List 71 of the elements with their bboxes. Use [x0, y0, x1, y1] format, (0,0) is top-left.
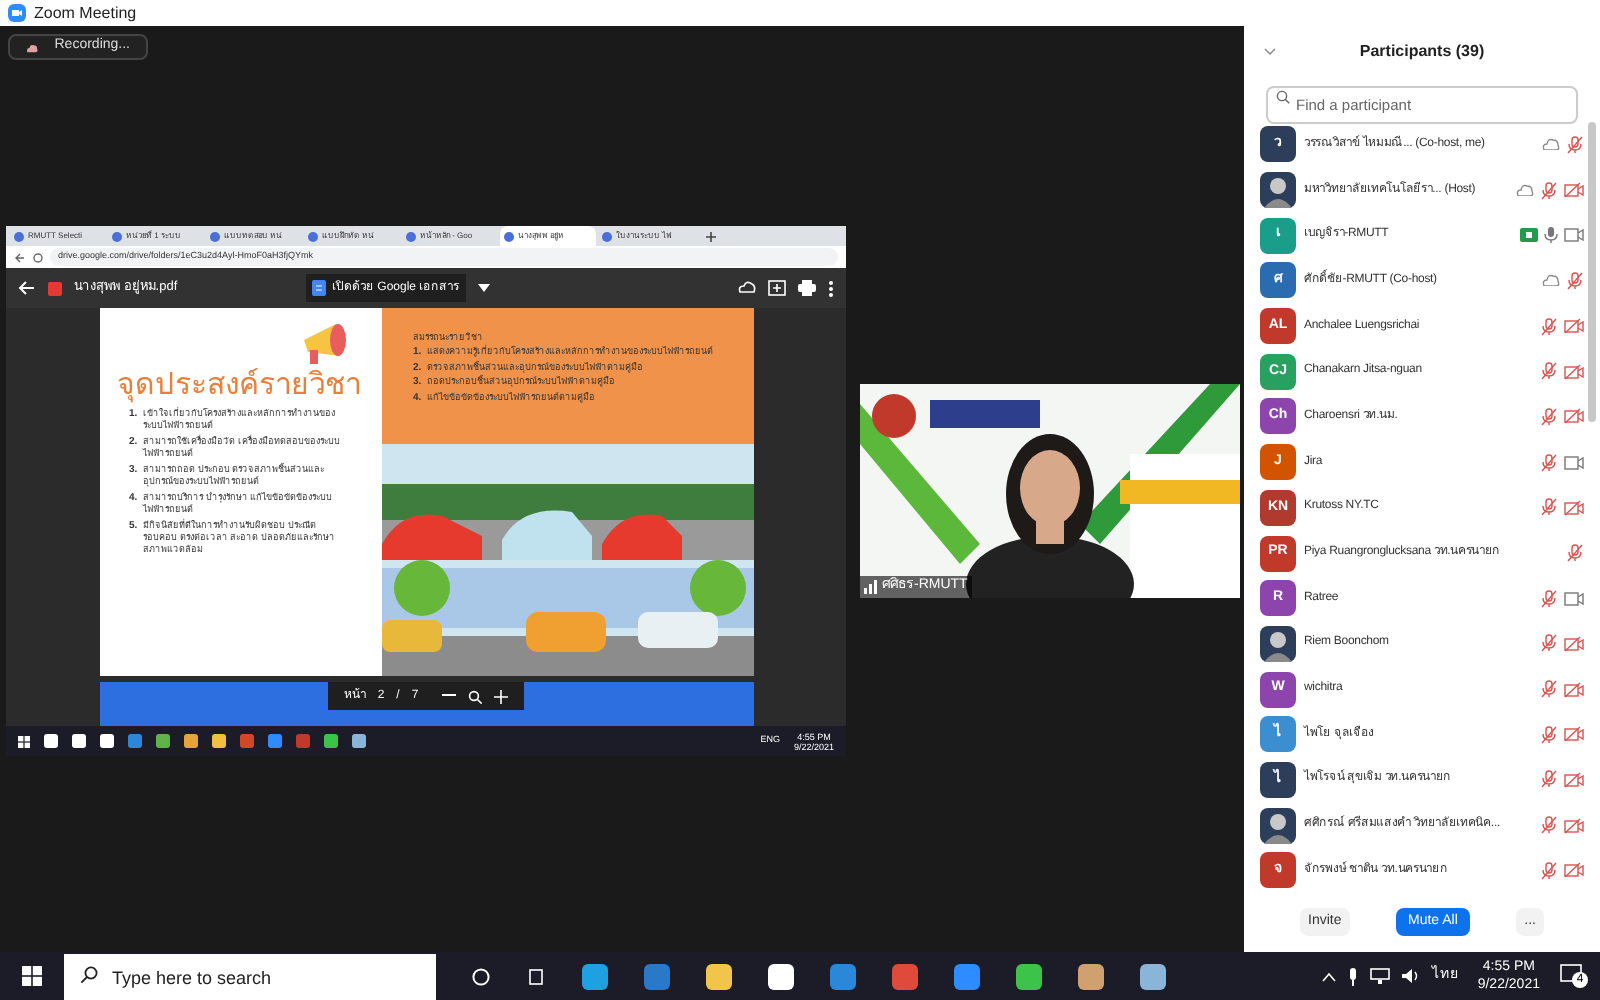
muted-microphone-icon[interactable] [1566, 271, 1584, 290]
camera-off-icon[interactable] [1564, 771, 1584, 788]
muted-microphone-icon[interactable] [1540, 680, 1558, 699]
camera-icon[interactable] [1564, 455, 1584, 470]
globe-icon [308, 231, 318, 242]
camera-off-icon[interactable] [1564, 862, 1584, 879]
signal-icon [864, 580, 878, 594]
camera-off-icon[interactable] [1564, 318, 1584, 335]
globe-icon [504, 231, 514, 242]
document-icon [312, 280, 326, 297]
camera-off-icon[interactable] [1564, 408, 1584, 425]
network-icon[interactable] [1369, 968, 1390, 984]
cloud-icon [1516, 184, 1534, 197]
search-icon [80, 966, 98, 984]
panel-title: Participants (39) [1357, 40, 1487, 64]
scrollbar-thumb[interactable] [1588, 122, 1596, 422]
muted-microphone-icon[interactable] [1540, 181, 1558, 200]
cortana-icon[interactable] [472, 967, 490, 985]
muted-microphone-icon[interactable] [1540, 770, 1558, 789]
globe-icon [406, 231, 416, 242]
windows-logo-icon[interactable] [18, 735, 30, 748]
globe-icon [602, 231, 612, 242]
speaker-icon[interactable] [1401, 968, 1420, 984]
windows-logo-icon[interactable] [22, 966, 42, 986]
camera-off-icon[interactable] [1564, 363, 1584, 380]
muted-microphone-icon[interactable] [1540, 861, 1558, 880]
task-view-icon[interactable] [526, 967, 546, 985]
muted-microphone-icon[interactable] [1566, 544, 1584, 563]
camera-off-icon[interactable] [1564, 681, 1584, 698]
muted-microphone-icon[interactable] [1540, 634, 1558, 653]
muted-microphone-icon[interactable] [1540, 317, 1558, 336]
camera-icon[interactable] [1564, 591, 1584, 606]
more-icon[interactable] [828, 279, 834, 298]
muted-microphone-icon[interactable] [1540, 816, 1558, 835]
cloud-icon [1542, 138, 1560, 151]
reload-icon[interactable] [32, 251, 44, 264]
zoom-in-icon[interactable] [494, 689, 509, 704]
camera-off-icon[interactable] [1564, 499, 1584, 516]
caret-icon[interactable] [477, 284, 490, 293]
back-icon[interactable] [14, 251, 26, 264]
camera-off-icon[interactable] [1564, 817, 1584, 834]
search-icon[interactable] [468, 689, 483, 704]
add-to-drive-icon[interactable] [738, 279, 756, 298]
muted-microphone-icon[interactable] [1540, 498, 1558, 517]
muted-microphone-icon[interactable] [1540, 407, 1558, 426]
camera-off-icon[interactable] [1564, 635, 1584, 652]
globe-icon [112, 231, 122, 242]
muted-microphone-icon[interactable] [1540, 453, 1558, 472]
comment-icon[interactable] [768, 279, 786, 298]
cloud-icon [1542, 274, 1560, 287]
taskbar-search-field[interactable]: Type here to search [64, 954, 436, 1000]
print-icon[interactable] [798, 280, 816, 297]
muted-microphone-icon[interactable] [1540, 725, 1558, 744]
megaphone-icon [299, 320, 351, 369]
collapse-icon[interactable] [1264, 48, 1276, 56]
new-tab-icon[interactable] [704, 230, 718, 245]
muted-microphone-icon[interactable] [1540, 589, 1558, 608]
globe-icon [210, 231, 220, 242]
chevron-up-icon[interactable] [1321, 971, 1336, 981]
camera-off-icon[interactable] [1564, 182, 1584, 199]
microphone-icon[interactable] [1347, 967, 1358, 985]
muted-microphone-icon[interactable] [1540, 362, 1558, 381]
window-title: Zoom Meeting [34, 1, 137, 25]
badge-icon [1520, 228, 1538, 243]
camera-icon[interactable] [1564, 228, 1584, 243]
zoom-out-icon[interactable] [442, 694, 457, 699]
camera-off-icon[interactable] [1564, 726, 1584, 743]
muted-microphone-icon[interactable] [1566, 135, 1584, 154]
globe-icon [14, 231, 24, 242]
search-icon [1276, 90, 1290, 104]
cloud-icon [26, 41, 39, 53]
